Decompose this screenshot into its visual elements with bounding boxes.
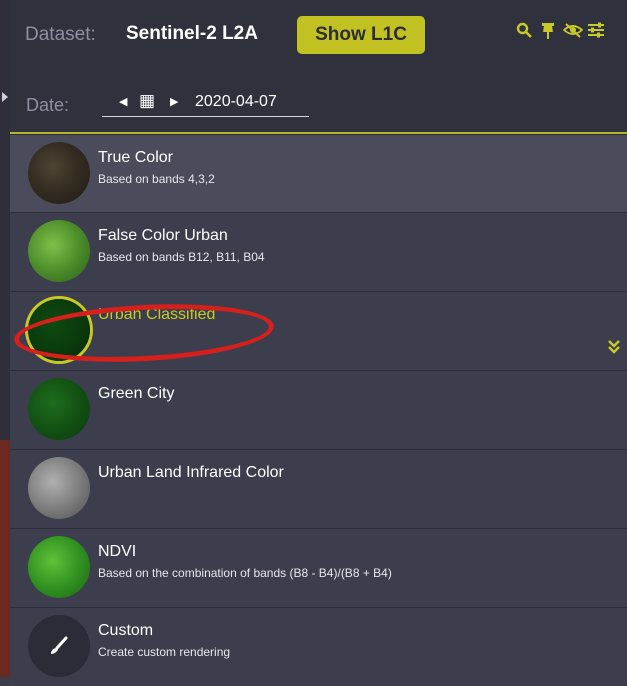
layer-description: Based on bands B12, B11, B04 <box>98 250 265 264</box>
header-tools <box>515 22 605 45</box>
layer-thumbnail <box>28 378 90 440</box>
layer-description: Based on bands 4,3,2 <box>98 172 215 186</box>
layer-item-urban-classified[interactable]: Urban Classified <box>10 291 627 370</box>
layer-title: Green City <box>98 385 175 402</box>
panel-header: Dataset: Sentinel-2 L2A Show L1C Date: ◀… <box>10 0 627 134</box>
date-picker[interactable]: ◀ ▦ ▶ 2020-04-07 <box>102 91 309 117</box>
show-l1c-button[interactable]: Show L1C <box>297 16 425 54</box>
layer-title: Custom <box>98 622 154 639</box>
expand-chevron-icon[interactable] <box>608 340 620 357</box>
layer-description: Based on the combination of bands (B8 - … <box>98 566 392 580</box>
prev-date-icon[interactable]: ◀ <box>119 95 127 108</box>
layer-item-false-color-urban[interactable]: False Color Urban Based on bands B12, B1… <box>10 212 627 291</box>
layer-title: True Color <box>98 149 173 166</box>
layer-item-green-city[interactable]: Green City <box>10 370 627 449</box>
search-icon[interactable] <box>515 22 533 45</box>
layer-item-urban-land-infrared[interactable]: Urban Land Infrared Color <box>10 449 627 528</box>
dataset-label: Dataset: <box>25 24 96 45</box>
map-background-edge <box>0 440 10 677</box>
layer-thumbnail <box>28 142 90 204</box>
next-date-icon[interactable]: ▶ <box>170 95 178 108</box>
layer-title: NDVI <box>98 543 137 560</box>
calendar-icon[interactable]: ▦ <box>139 91 155 111</box>
pin-icon[interactable] <box>539 22 557 45</box>
layer-thumbnail <box>28 536 90 598</box>
layer-item-true-color[interactable]: True Color Based on bands 4,3,2 <box>10 134 627 213</box>
date-value[interactable]: 2020-04-07 <box>195 93 277 111</box>
collapse-arrow-icon[interactable] <box>2 92 8 102</box>
layer-title: False Color Urban <box>98 227 228 244</box>
brush-icon <box>51 636 68 654</box>
dataset-value: Sentinel-2 L2A <box>126 23 258 44</box>
layer-thumbnail <box>28 220 90 282</box>
visualization-panel: Dataset: Sentinel-2 L2A Show L1C Date: ◀… <box>10 0 627 686</box>
eye-slash-icon[interactable] <box>562 22 584 45</box>
layer-thumbnail <box>28 457 90 519</box>
date-label: Date: <box>26 95 70 115</box>
layer-description: Create custom rendering <box>98 645 231 659</box>
left-edge-strip <box>0 0 10 677</box>
layer-title: Urban Land Infrared Color <box>98 464 284 481</box>
layer-thumbnail <box>28 615 90 677</box>
layer-item-custom[interactable]: Custom Create custom rendering <box>10 607 627 686</box>
sliders-icon[interactable] <box>587 22 605 45</box>
layer-item-ndvi[interactable]: NDVI Based on the combination of bands (… <box>10 528 627 607</box>
